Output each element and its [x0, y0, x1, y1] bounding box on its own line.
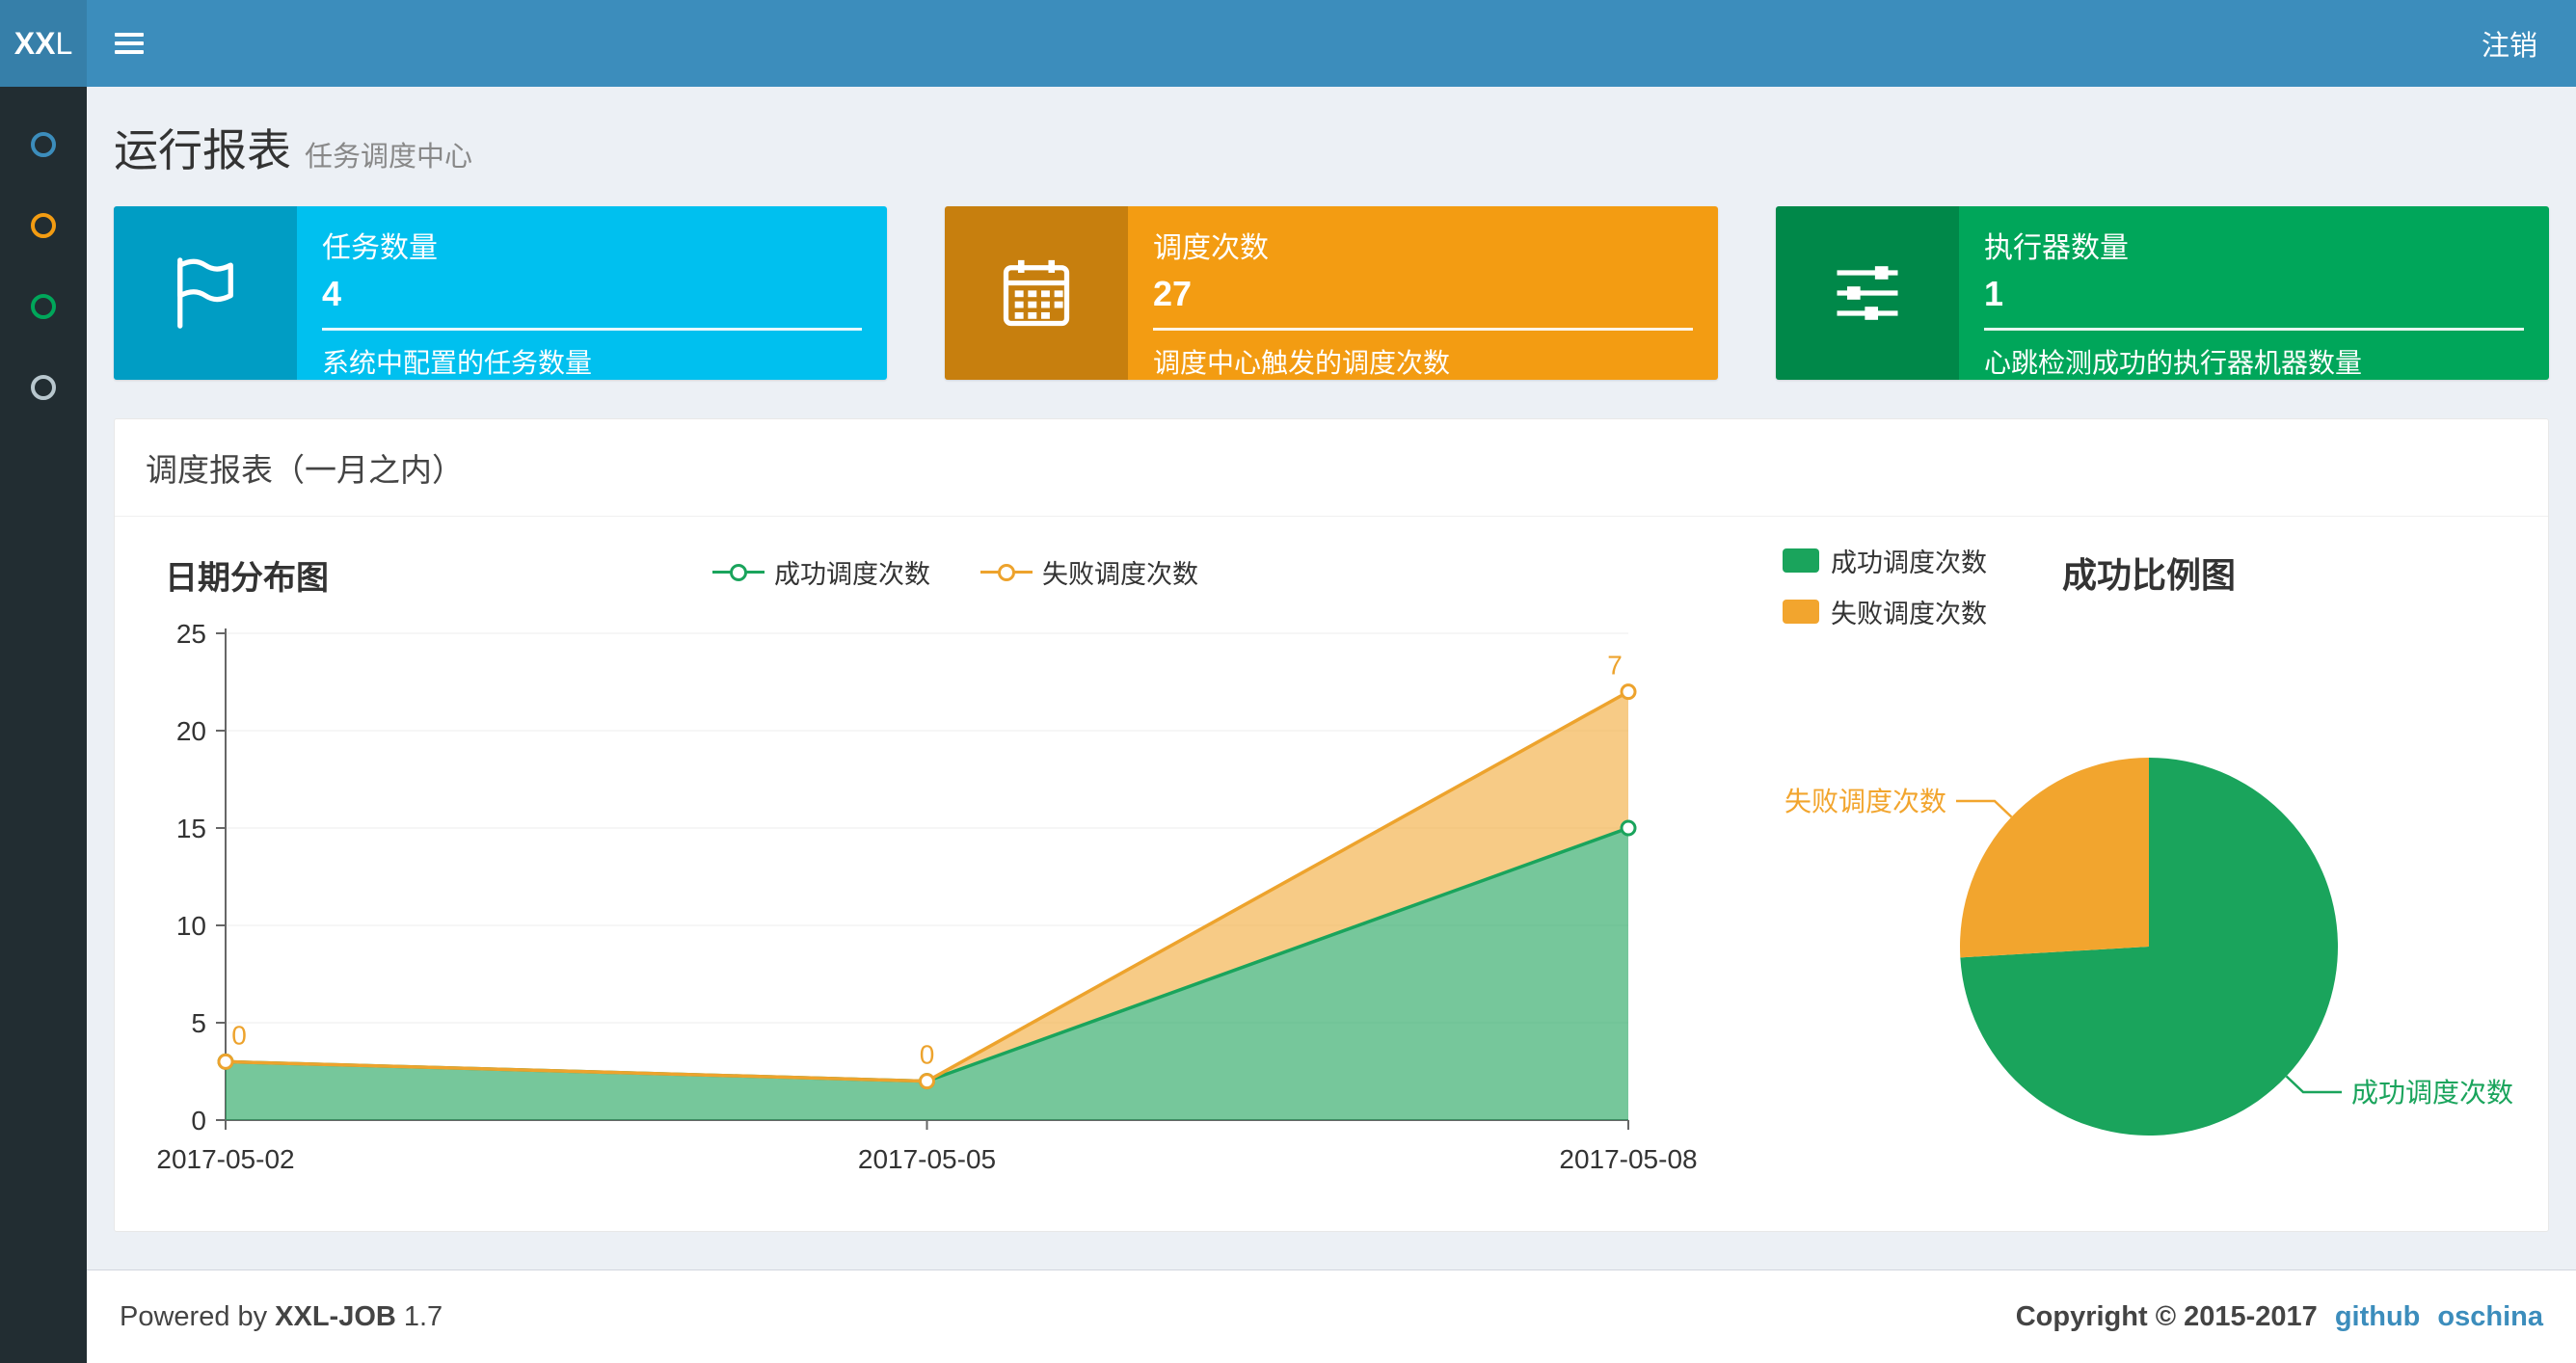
legend-item-success[interactable]: 成功调度次数	[712, 553, 930, 591]
svg-text:2017-05-08: 2017-05-08	[1559, 1144, 1697, 1174]
page-title: 运行报表	[114, 125, 291, 175]
svg-text:失败调度次数: 失败调度次数	[1784, 787, 1946, 816]
svg-text:15: 15	[176, 814, 206, 843]
info-box-value: 27	[1153, 274, 1193, 313]
hamburger-icon	[115, 28, 144, 59]
circle-o-icon	[31, 132, 56, 157]
top-navbar: XX L 注销	[0, 0, 2576, 87]
date-distribution-section: 日期分布图 成功调度次数 失败调度次数 0 5 10 15 20 25 2017-05-02…	[134, 538, 1705, 1192]
svg-text:成功调度次数: 成功调度次数	[2351, 1078, 2513, 1108]
info-box-description: 系统中配置的任务数量	[322, 348, 593, 378]
success-ratio-section: 成功调度次数 失败调度次数 成功比例图 成功调度次数 失败调度次数	[1705, 538, 2548, 1192]
divider	[1153, 328, 1693, 331]
line-chart-title: 日期分布图	[165, 560, 329, 597]
brand-name: XXL-JOB	[275, 1300, 396, 1332]
version: 1.7	[403, 1300, 443, 1332]
sliders-icon	[1776, 206, 1959, 380]
oschina-link[interactable]: oschina	[2437, 1301, 2543, 1333]
sidebar-item-4[interactable]	[0, 347, 87, 428]
svg-text:5: 5	[191, 1008, 206, 1038]
info-box-label: 执行器数量	[1984, 232, 2129, 264]
svg-text:0: 0	[191, 1106, 206, 1136]
pie-chart-title: 成功比例图	[2062, 555, 2237, 595]
summary-boxes: 任务数量 4 系统中配置的任务数量 调度次数 27 调度中心触发的调度次数 执行…	[87, 206, 2576, 380]
info-box-description: 心跳检测成功的执行器机器数量	[1984, 348, 2363, 378]
svg-text:10: 10	[176, 911, 206, 941]
info-box-executor-count: 执行器数量 1 心跳检测成功的执行器机器数量	[1776, 206, 2549, 380]
sidebar-toggle-button[interactable]	[87, 0, 172, 87]
flag-icon	[114, 206, 297, 380]
info-box-value: 1	[1984, 274, 2004, 313]
info-box-trigger-count: 调度次数 27 调度中心触发的调度次数	[945, 206, 1718, 380]
footer: Powered by XXL-JOB 1.7 Copyright © 2015-20…	[87, 1269, 2576, 1363]
logout-link[interactable]: 注销	[2443, 0, 2576, 87]
svg-text:2017-05-02: 2017-05-02	[156, 1144, 294, 1174]
content-header: 运行报表 任务调度中心	[87, 87, 2576, 206]
copyright: Copyright © 2015-2017	[2015, 1300, 2318, 1332]
svg-text:25: 25	[176, 619, 206, 649]
legend-swatch-icon	[1783, 548, 1819, 573]
sidebar-item-3[interactable]	[0, 266, 87, 347]
content-area: 运行报表 任务调度中心 任务数量 4 系统中配置的任务数量 调度次数 27 调度…	[87, 87, 2576, 1269]
app-logo[interactable]: XX L	[0, 0, 87, 87]
legend-item-success[interactable]: 成功调度次数	[1783, 542, 1987, 579]
divider	[1984, 328, 2524, 331]
sidebar	[0, 87, 87, 1363]
circle-o-icon	[31, 375, 56, 400]
schedule-report-panel: 调度报表（一月之内） 日期分布图 成功调度次数 失败调度次数 0 5 10 15 20 2…	[114, 418, 2549, 1232]
sidebar-item-2[interactable]	[0, 185, 87, 266]
date-distribution-chart: 05101520252017-05-02 2017-05-05 2017-05-08…	[156, 619, 1697, 1174]
info-box-label: 任务数量	[322, 232, 438, 264]
svg-text:0: 0	[231, 1020, 247, 1050]
sidebar-item-1[interactable]	[0, 104, 87, 185]
powered-by: Powered by XXL-JOB 1.7	[120, 1300, 443, 1332]
circle-o-icon	[31, 213, 56, 238]
line-marker-icon	[712, 563, 765, 582]
svg-text:7: 7	[1607, 651, 1623, 681]
logo-text: L	[55, 25, 73, 61]
page-subtitle: 任务调度中心	[305, 142, 473, 173]
line-marker-icon	[980, 563, 1033, 582]
svg-text:2017-05-05: 2017-05-05	[858, 1144, 996, 1174]
success-ratio-pie-chart: 成功调度次数 失败调度次数	[1784, 758, 2513, 1136]
info-box-description: 调度中心触发的调度次数	[1153, 348, 1451, 378]
legend-item-failed[interactable]: 失败调度次数	[980, 553, 1198, 591]
info-box-value: 4	[322, 274, 342, 313]
logo-text-bold: XX	[13, 25, 56, 61]
line-chart-legend: 成功调度次数 失败调度次数	[712, 553, 1198, 591]
info-box-job-count: 任务数量 4 系统中配置的任务数量	[114, 206, 887, 380]
divider	[322, 328, 862, 331]
svg-text:20: 20	[176, 716, 206, 746]
github-link[interactable]: github	[2335, 1301, 2421, 1333]
svg-text:0: 0	[920, 1040, 935, 1070]
info-box-label: 调度次数	[1153, 232, 1269, 264]
panel-title: 调度报表（一月之内）	[115, 419, 2548, 517]
circle-o-icon	[31, 294, 56, 319]
calendar-icon	[945, 206, 1128, 380]
